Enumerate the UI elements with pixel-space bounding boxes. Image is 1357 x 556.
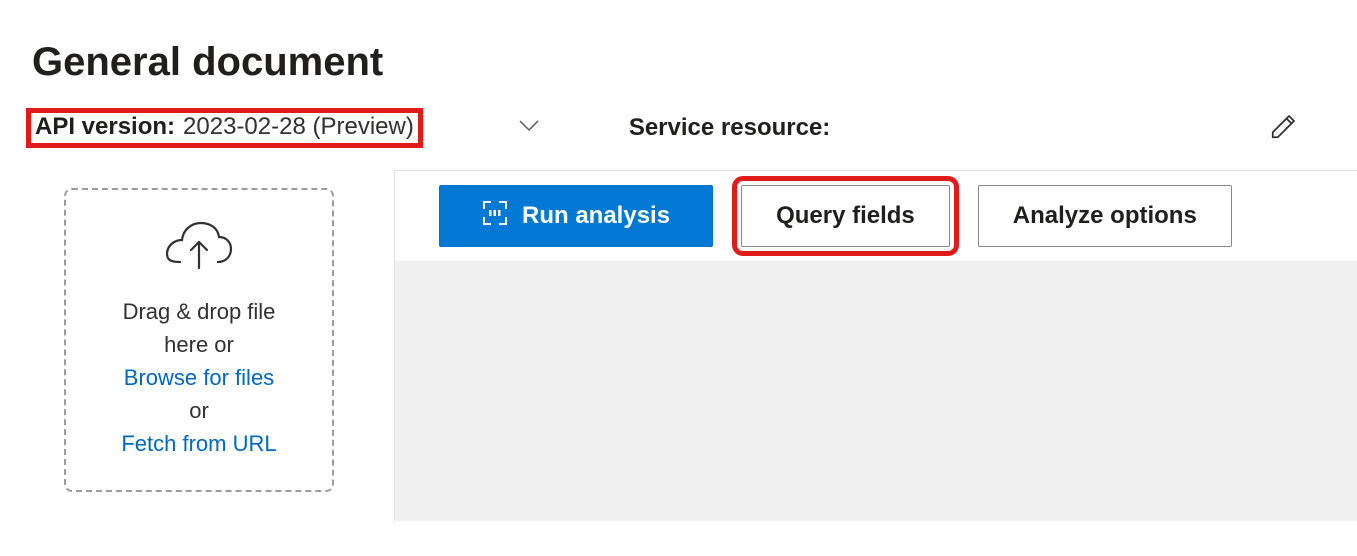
right-area: Run analysis Query fields Analyze option… bbox=[394, 170, 1357, 521]
upload-drag-line2: here or bbox=[84, 328, 314, 361]
pencil-icon bbox=[1269, 129, 1299, 144]
upload-text: Drag & drop file here or Browse for file… bbox=[84, 295, 314, 460]
api-version-value: 2023-02-28 (Preview) bbox=[183, 113, 414, 141]
preview-area bbox=[395, 261, 1357, 521]
analyze-options-label: Analyze options bbox=[1013, 202, 1197, 230]
run-analysis-label: Run analysis bbox=[522, 202, 670, 230]
toolbar: Run analysis Query fields Analyze option… bbox=[395, 171, 1357, 261]
info-row: API version: 2023-02-28 (Preview) Servic… bbox=[0, 105, 1357, 170]
analysis-icon bbox=[482, 200, 508, 233]
content-row: Drag & drop file here or Browse for file… bbox=[0, 170, 1357, 521]
edit-button[interactable] bbox=[1263, 105, 1305, 150]
run-analysis-button[interactable]: Run analysis bbox=[439, 185, 713, 247]
chevron-down-icon[interactable] bbox=[519, 119, 539, 137]
upload-or: or bbox=[84, 394, 314, 427]
analyze-options-button[interactable]: Analyze options bbox=[978, 185, 1232, 247]
service-resource-label: Service resource: bbox=[629, 114, 830, 142]
browse-files-link[interactable]: Browse for files bbox=[84, 361, 314, 394]
upload-dropzone[interactable]: Drag & drop file here or Browse for file… bbox=[64, 188, 334, 492]
page-title: General document bbox=[0, 0, 1357, 105]
service-resource-group: Service resource: bbox=[629, 105, 1325, 150]
query-fields-button[interactable]: Query fields bbox=[741, 185, 950, 247]
api-version-selector[interactable]: API version: 2023-02-28 (Preview) bbox=[26, 108, 423, 148]
cloud-upload-icon bbox=[84, 220, 314, 277]
api-version-label: API version: bbox=[35, 113, 175, 141]
fetch-url-link[interactable]: Fetch from URL bbox=[84, 427, 314, 460]
query-fields-label: Query fields bbox=[776, 202, 915, 230]
upload-drag-line1: Drag & drop file bbox=[84, 295, 314, 328]
